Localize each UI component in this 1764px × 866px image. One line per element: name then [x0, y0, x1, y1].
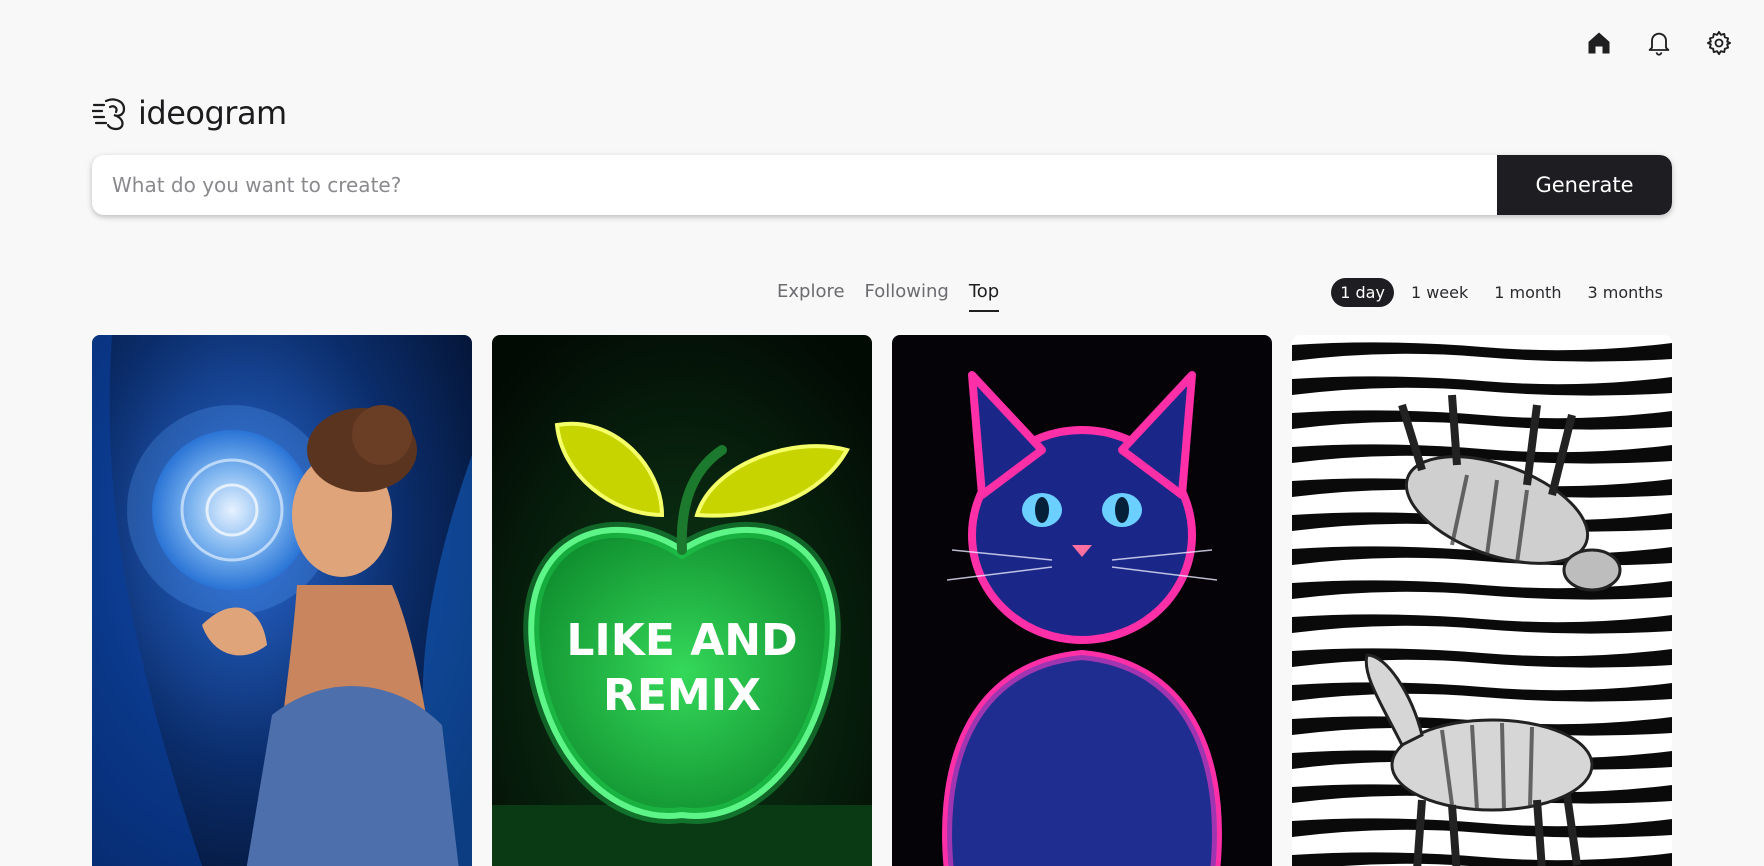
- generate-button[interactable]: Generate: [1497, 155, 1672, 215]
- page: ideogram Generate Explore Following Top …: [0, 0, 1764, 866]
- apple-text-line2: REMIX: [603, 670, 761, 721]
- neon-cat-image: [892, 335, 1272, 866]
- prompt-bar: Generate: [92, 155, 1672, 215]
- logo-text: ideogram: [138, 94, 287, 132]
- gallery-card-neon-cat[interactable]: [892, 335, 1272, 866]
- bell-icon[interactable]: [1644, 28, 1674, 58]
- feed-tabs: Explore Following Top: [777, 281, 1000, 312]
- gallery-card-woman-rose[interactable]: [92, 335, 472, 866]
- tab-top[interactable]: Top: [968, 281, 1000, 312]
- image-gallery: LIKE AND REMIX: [92, 335, 1672, 866]
- logo[interactable]: ideogram: [92, 94, 287, 132]
- filter-1-month[interactable]: 1 month: [1485, 278, 1570, 307]
- filter-3-months[interactable]: 3 months: [1578, 278, 1672, 307]
- tab-following[interactable]: Following: [865, 281, 949, 312]
- gear-icon[interactable]: [1704, 28, 1734, 58]
- filter-1-day[interactable]: 1 day: [1331, 278, 1394, 307]
- filter-1-week[interactable]: 1 week: [1402, 278, 1477, 307]
- top-nav: [1584, 28, 1734, 58]
- gallery-card-zebras[interactable]: [1292, 335, 1672, 866]
- apple-text-line1: LIKE AND: [566, 615, 797, 666]
- ideogram-logo-icon: [92, 98, 126, 131]
- home-icon[interactable]: [1584, 28, 1614, 58]
- time-filters: 1 day 1 week 1 month 3 months: [1331, 278, 1672, 307]
- prompt-input[interactable]: [92, 155, 1497, 215]
- neon-apple-image: LIKE AND REMIX: [492, 335, 872, 866]
- zebras-image: [1292, 335, 1672, 866]
- woman-rose-image: [92, 335, 472, 866]
- tab-explore[interactable]: Explore: [777, 281, 845, 312]
- gallery-card-neon-apple[interactable]: LIKE AND REMIX: [492, 335, 872, 866]
